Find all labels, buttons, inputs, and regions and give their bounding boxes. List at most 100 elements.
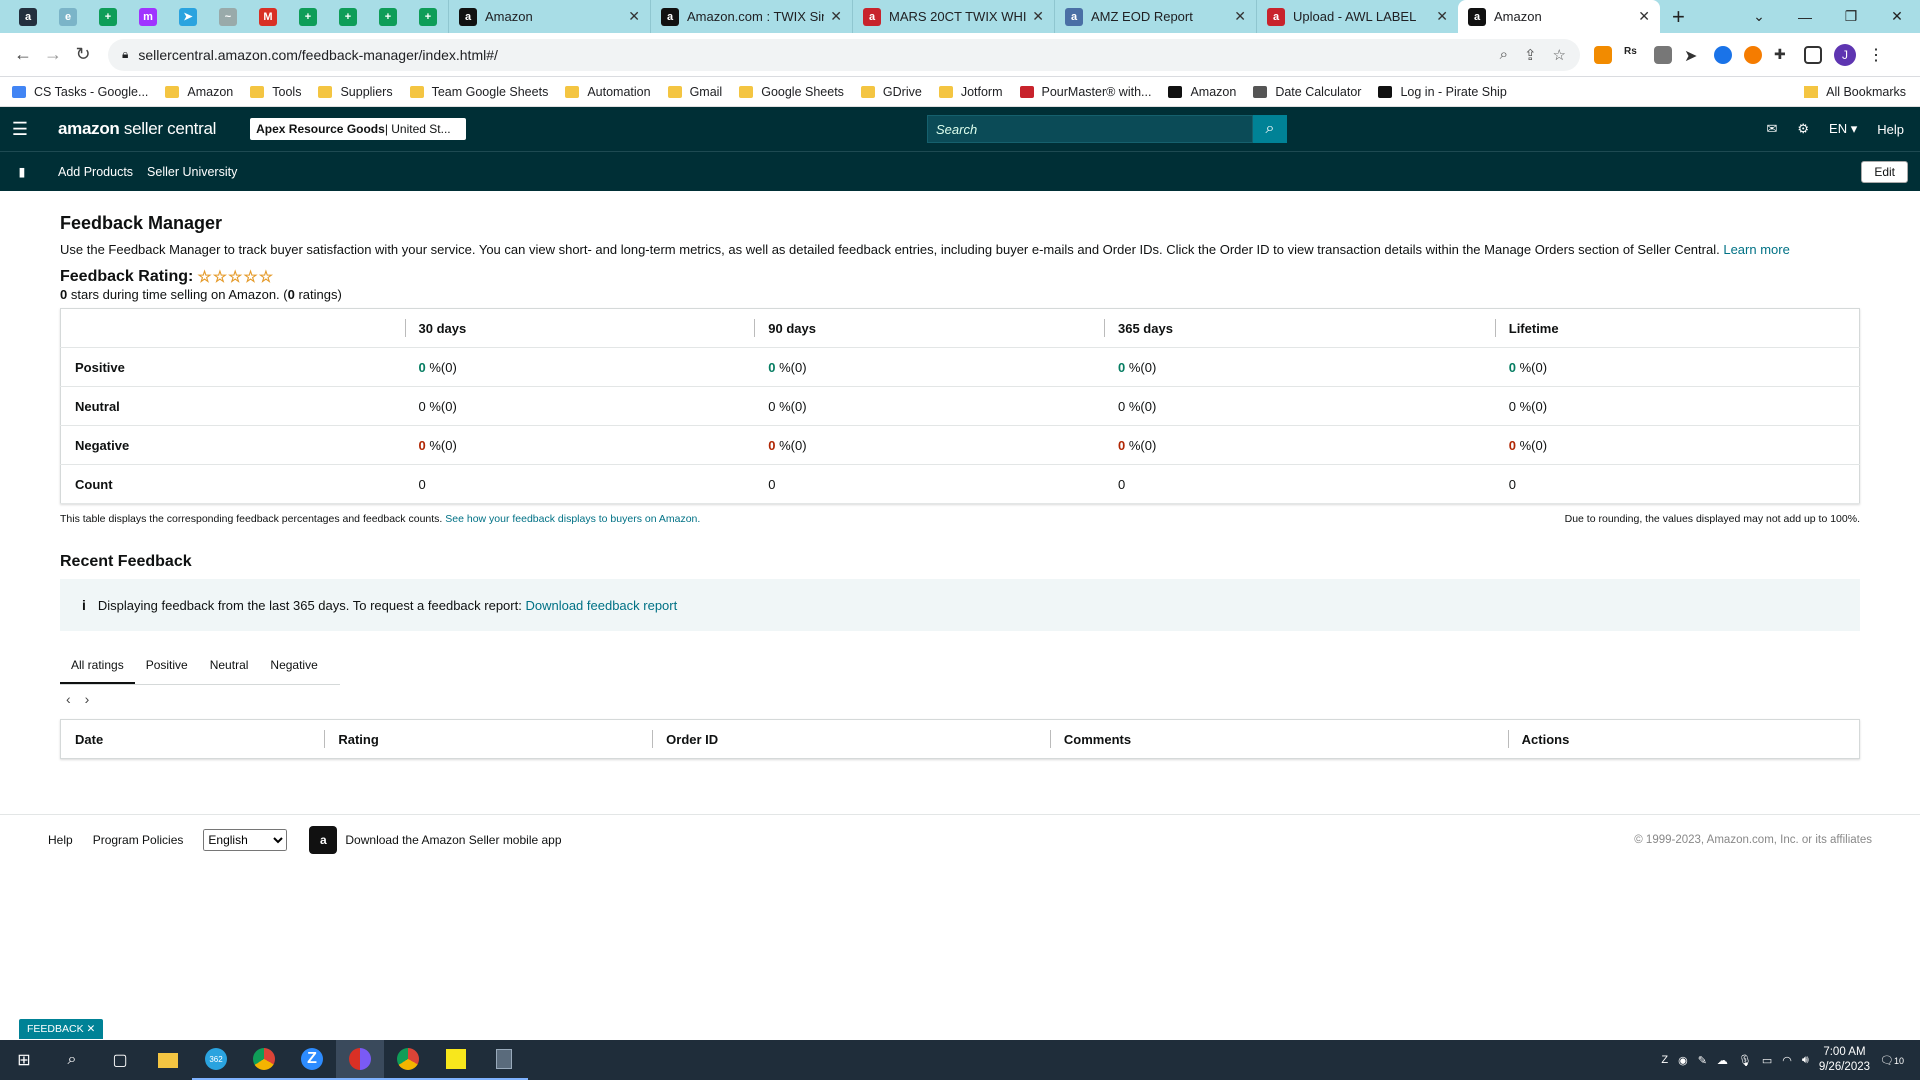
- close-window-button[interactable]: ✕: [1874, 0, 1920, 33]
- rating-tab[interactable]: Positive: [135, 643, 199, 684]
- task-view-icon[interactable]: ▢: [96, 1040, 144, 1080]
- pinned-tab[interactable]: e: [48, 0, 88, 33]
- sticky-notes-icon[interactable]: [432, 1040, 480, 1080]
- help-link[interactable]: Help: [1877, 122, 1904, 137]
- bookmark-star-icon[interactable]: ☆: [1553, 46, 1566, 64]
- bookmark-item[interactable]: Date Calculator: [1253, 85, 1361, 99]
- browser-tab[interactable]: a MARS 20CT TWIX WHITE ✕: [852, 0, 1054, 33]
- prev-page-icon[interactable]: ‹: [66, 691, 71, 707]
- tab-search-icon[interactable]: ⌄: [1736, 0, 1782, 33]
- pinned-tab[interactable]: +: [368, 0, 408, 33]
- program-policies-link[interactable]: Program Policies: [93, 833, 184, 847]
- chrome-alt-taskbar-icon[interactable]: [384, 1040, 432, 1080]
- puzzle-icon[interactable]: ✚: [1774, 45, 1792, 64]
- account-switcher[interactable]: Apex Resource Goods | United St...: [250, 118, 467, 140]
- mobile-app-download[interactable]: a Download the Amazon Seller mobile app: [309, 825, 562, 854]
- bookmark-item[interactable]: Automation: [565, 85, 651, 99]
- maximize-button[interactable]: ❐: [1828, 0, 1874, 33]
- bookmark-item[interactable]: Suppliers: [318, 85, 393, 99]
- bookmark-item[interactable]: Amazon: [165, 85, 233, 99]
- notifications-icon[interactable]: 🗨︎10: [1880, 1054, 1904, 1067]
- onedrive-icon[interactable]: ☁: [1717, 1054, 1728, 1067]
- pinned-tab[interactable]: m: [128, 0, 168, 33]
- new-tab-button[interactable]: +: [1672, 0, 1685, 33]
- bookmark-item[interactable]: Amazon: [1168, 85, 1236, 99]
- bookmark-icon[interactable]: ▮: [0, 164, 44, 179]
- bookmark-item[interactable]: GDrive: [860, 85, 922, 99]
- close-tab-icon[interactable]: ✕: [1436, 8, 1448, 25]
- close-tab-icon[interactable]: ✕: [1638, 8, 1650, 25]
- bookmark-item[interactable]: Jotform: [938, 85, 1003, 99]
- chrome-tray-icon[interactable]: ◉: [1678, 1054, 1688, 1067]
- pinned-tab[interactable]: +: [328, 0, 368, 33]
- search-button[interactable]: ⌕: [1253, 115, 1287, 143]
- system-clock[interactable]: 7:00 AM 9/26/2023: [1819, 1045, 1870, 1075]
- rating-tab[interactable]: Negative: [259, 643, 328, 684]
- microphone-icon[interactable]: 🎙︎: [1738, 1054, 1752, 1067]
- close-tab-icon[interactable]: ✕: [628, 8, 640, 25]
- next-page-icon[interactable]: ›: [85, 691, 90, 707]
- back-icon[interactable]: ←: [8, 44, 38, 65]
- url-bar[interactable]: 🔒︎ sellercentral.amazon.com/feedback-man…: [108, 38, 1580, 71]
- share-icon[interactable]: ⇪: [1524, 46, 1537, 64]
- bookmark-item[interactable]: Gmail: [667, 85, 722, 99]
- pen-tray-icon[interactable]: ✎: [1698, 1054, 1707, 1067]
- reload-icon[interactable]: ↻: [68, 44, 98, 65]
- language-selector[interactable]: EN ▾: [1829, 121, 1857, 137]
- zoom-tray-icon[interactable]: Z: [1661, 1054, 1668, 1066]
- bookmark-item[interactable]: Google Sheets: [739, 85, 844, 99]
- pinned-tab[interactable]: +: [288, 0, 328, 33]
- search-input[interactable]: Search: [927, 115, 1253, 143]
- pinned-tab[interactable]: M: [248, 0, 288, 33]
- telegram-taskbar-icon[interactable]: 362: [192, 1040, 240, 1080]
- zoom-taskbar-icon[interactable]: Z: [288, 1040, 336, 1080]
- chrome-taskbar-icon[interactable]: [240, 1040, 288, 1080]
- browser-tab[interactable]: a Amazon.com : TWIX Singl ✕: [650, 0, 852, 33]
- pinned-tab[interactable]: +: [408, 0, 448, 33]
- forward-icon[interactable]: →: [38, 44, 68, 65]
- bookmark-item[interactable]: Team Google Sheets: [409, 85, 548, 99]
- wifi-icon[interactable]: ◠: [1782, 1054, 1792, 1067]
- minimize-button[interactable]: —: [1782, 0, 1828, 33]
- battery-icon[interactable]: ▭: [1762, 1054, 1772, 1067]
- pinned-tab[interactable]: a: [8, 0, 48, 33]
- taskbar-search-icon[interactable]: ⌕: [48, 1040, 96, 1080]
- pinned-tab[interactable]: ~: [208, 0, 248, 33]
- file-explorer-icon[interactable]: [144, 1040, 192, 1080]
- profile-avatar[interactable]: J: [1834, 43, 1856, 66]
- browser-tab[interactable]: a AMZ EOD Report ✕: [1054, 0, 1256, 33]
- pinned-tab[interactable]: ➤: [168, 0, 208, 33]
- browser-tab[interactable]: a Amazon ✕: [1458, 0, 1660, 33]
- settings-gear-icon[interactable]: ⚙: [1797, 121, 1809, 137]
- site-info-icon[interactable]: 🔒︎: [122, 47, 128, 62]
- mail-icon[interactable]: ✉: [1766, 121, 1777, 137]
- volume-icon[interactable]: 🔊︎: [1802, 1054, 1809, 1067]
- js-extension-icon[interactable]: [1594, 45, 1612, 64]
- all-bookmarks[interactable]: All Bookmarks: [1804, 77, 1906, 107]
- bookmark-item[interactable]: Log in - Pirate Ship: [1378, 85, 1507, 99]
- sidepanel-icon[interactable]: [1804, 45, 1822, 64]
- rating-tab[interactable]: Neutral: [199, 643, 260, 684]
- nav-add-products[interactable]: Add Products: [58, 165, 133, 179]
- calculator-icon[interactable]: [480, 1040, 528, 1080]
- close-tab-icon[interactable]: ✕: [1032, 8, 1044, 25]
- rating-tab[interactable]: All ratings: [60, 643, 135, 684]
- windows-start-icon[interactable]: ⊞: [0, 1040, 48, 1080]
- bookmark-item[interactable]: CS Tasks - Google...: [12, 85, 148, 99]
- nav-seller-university[interactable]: Seller University: [147, 165, 237, 179]
- browser-tab[interactable]: a Upload - AWL LABEL ✕: [1256, 0, 1458, 33]
- close-tab-icon[interactable]: ✕: [830, 8, 842, 25]
- url-text[interactable]: sellercentral.amazon.com/feedback-manage…: [138, 47, 1483, 63]
- chrome-profile-taskbar-icon[interactable]: [336, 1040, 384, 1080]
- pinned-tab[interactable]: +: [88, 0, 128, 33]
- edit-nav-button[interactable]: Edit: [1861, 161, 1908, 183]
- rs-extension-icon[interactable]: Rs: [1624, 45, 1642, 64]
- arrow-extension-icon[interactable]: ➤: [1684, 45, 1702, 65]
- feedback-display-link[interactable]: See how your feedback displays to buyers…: [445, 513, 700, 525]
- flower-extension-icon[interactable]: [1714, 45, 1732, 64]
- close-tab-icon[interactable]: ✕: [1234, 8, 1246, 25]
- seller-central-logo[interactable]: amazon seller central: [58, 119, 216, 139]
- learn-more-link[interactable]: Learn more: [1723, 242, 1789, 257]
- footer-language-select[interactable]: English: [203, 828, 288, 851]
- download-report-link[interactable]: Download feedback report: [525, 598, 677, 613]
